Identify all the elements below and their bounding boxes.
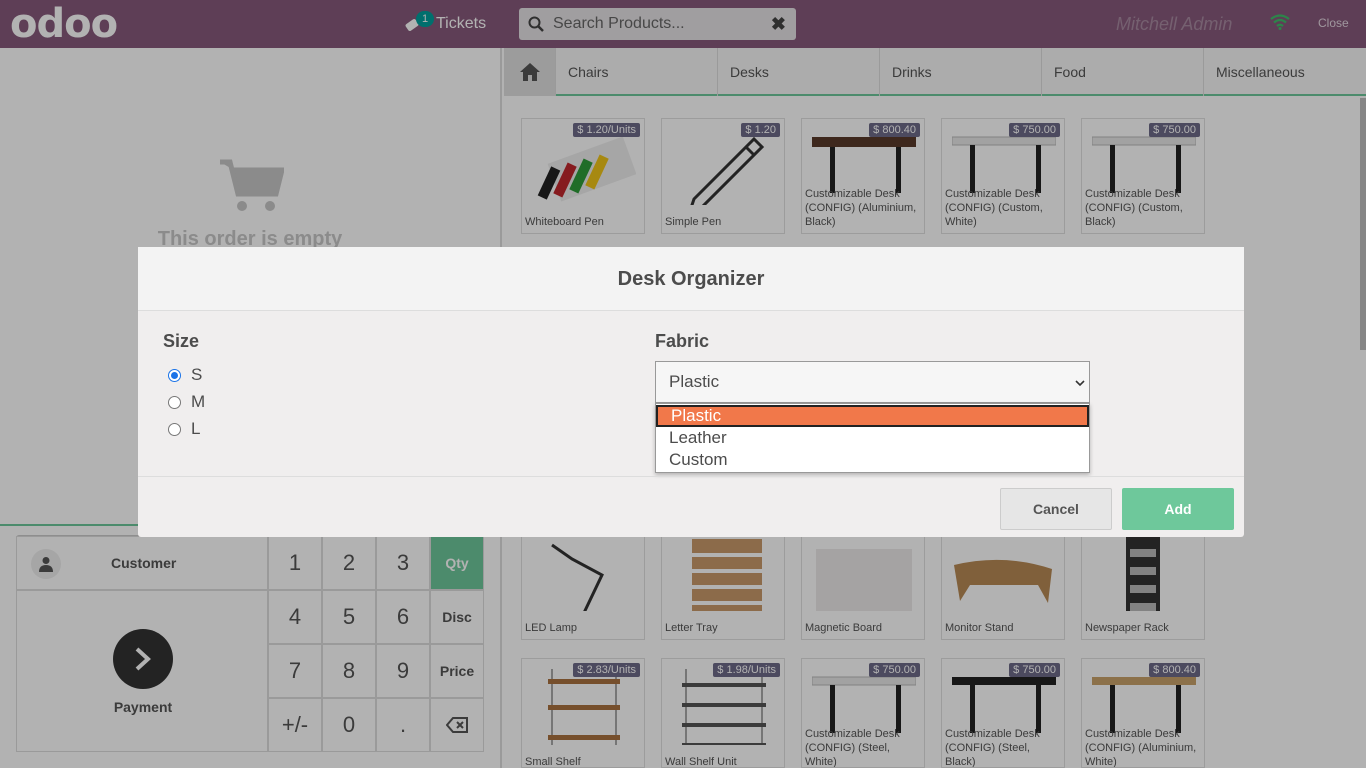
dialog-footer: Cancel Add [138,476,1244,537]
fabric-option-custom[interactable]: Custom [656,449,1089,471]
radio-checked[interactable] [168,368,181,382]
fabric-select[interactable]: Plastic [655,361,1090,403]
fabric-dropdown-list: Plastic Leather Custom [655,403,1090,473]
fabric-label: Fabric [655,331,710,351]
size-option-label: M [191,392,206,411]
dialog-title: Desk Organizer [138,247,1244,311]
fabric-selected-value: Plastic [669,372,720,391]
add-button[interactable]: Add [1122,488,1234,530]
chevron-down-icon [1075,376,1085,390]
size-option-s[interactable]: S [168,365,202,385]
radio-unchecked[interactable] [168,395,181,409]
product-configurator-dialog: Desk Organizer Size S M L Fabric Plastic… [138,247,1244,537]
fabric-option-leather[interactable]: Leather [656,427,1089,449]
size-option-m[interactable]: M [168,392,205,412]
size-option-l[interactable]: L [168,419,200,439]
fabric-option-plastic[interactable]: Plastic [656,405,1089,427]
radio-unchecked[interactable] [168,422,181,436]
size-option-label: S [191,365,203,384]
size-label: Size [163,331,200,351]
cancel-button[interactable]: Cancel [1000,488,1112,530]
size-option-label: L [191,419,201,438]
